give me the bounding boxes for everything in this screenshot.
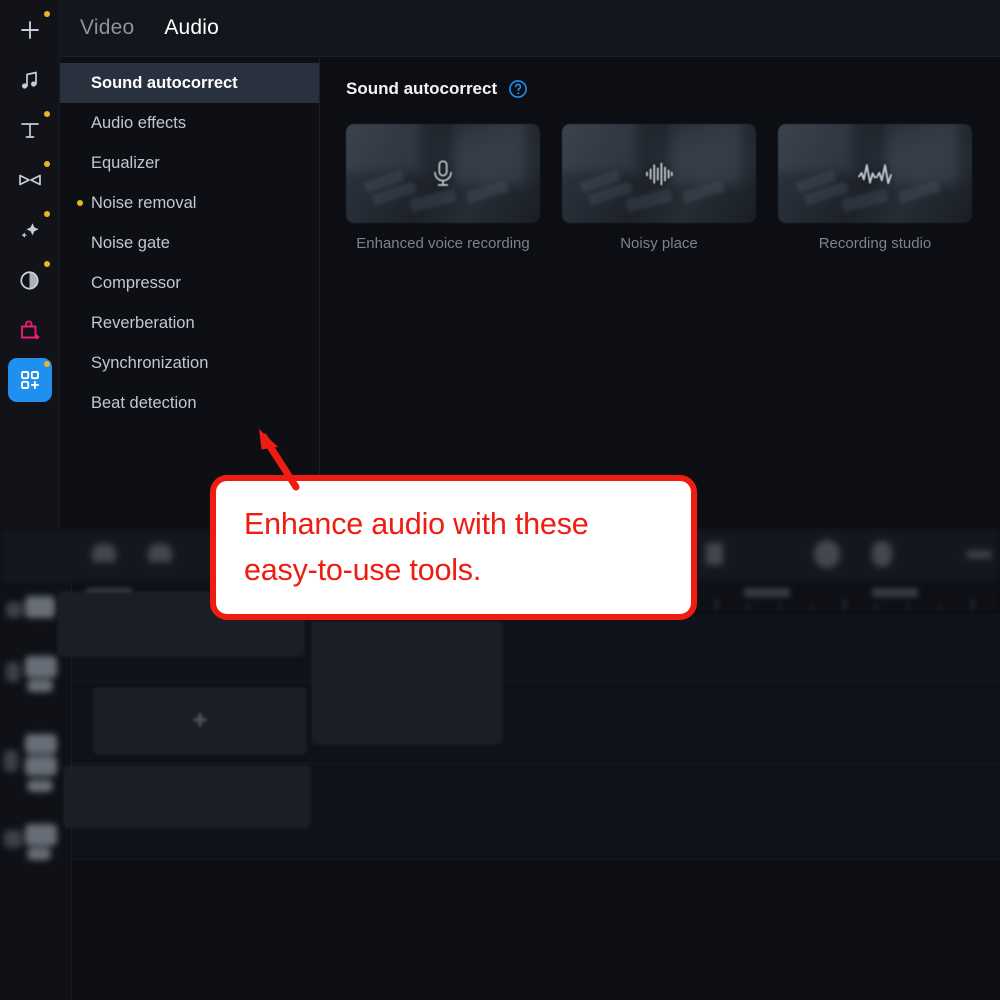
category-item-reverberation[interactable]: Reverberation: [60, 303, 319, 343]
add-clip-icon[interactable]: ✛: [193, 711, 207, 731]
microphone-icon[interactable]: [872, 541, 892, 567]
titles-button[interactable]: [8, 108, 52, 152]
preset-thumbnail: [346, 124, 540, 223]
category-item-noise-gate[interactable]: Noise gate: [60, 223, 319, 263]
timeline-track-lane[interactable]: [58, 592, 1000, 682]
category-item-beat-detection[interactable]: Beat detection: [60, 383, 319, 423]
preset-thumbnail: [562, 124, 756, 223]
panel-body: Sound autocorrect Audio effects Equalize…: [60, 57, 1000, 528]
category-item-noise-removal[interactable]: Noise removal: [60, 183, 319, 223]
category-item-audio-effects[interactable]: Audio effects: [60, 103, 319, 143]
equalizer-bars-icon: [646, 162, 673, 185]
category-label: Beat detection: [91, 393, 197, 412]
new-badge-dot: [43, 261, 50, 267]
content-header: Sound autocorrect: [346, 79, 974, 99]
microphone-icon: [434, 159, 452, 186]
panel-tabs: Video Audio: [60, 0, 1000, 57]
waveform-icon: [858, 163, 892, 184]
timecode-label: [872, 588, 918, 597]
new-badge-dot: [43, 161, 50, 167]
track-header[interactable]: [0, 730, 72, 816]
timeline-clip[interactable]: ✛: [94, 688, 306, 754]
new-badge-dot: [43, 211, 50, 217]
category-item-compressor[interactable]: Compressor: [60, 263, 319, 303]
track-header[interactable]: [0, 650, 72, 728]
record-voice-icon[interactable]: [814, 540, 840, 568]
content-title: Sound autocorrect: [346, 79, 498, 98]
editor-window: Video Audio Sound autocorrect Audio effe…: [0, 0, 1000, 1000]
callout-text: Enhance audio with these easy-to-use too…: [244, 507, 589, 587]
more-tools-button[interactable]: [7, 358, 52, 402]
callout-arrow-icon: [259, 429, 300, 491]
filters-button[interactable]: [8, 208, 52, 252]
tool-rail: [0, 0, 60, 528]
category-label: Noise gate: [91, 233, 170, 252]
transitions-button[interactable]: [8, 158, 52, 202]
category-item-sound-autocorrect[interactable]: Sound autocorrect: [60, 63, 319, 103]
add-media-button[interactable]: [8, 8, 52, 52]
undo-icon[interactable]: [92, 544, 116, 562]
timeline-clip[interactable]: [64, 766, 310, 828]
preset-card-noisy-place[interactable]: Noisy place: [562, 124, 756, 254]
timecode-label: [744, 588, 790, 597]
callout-box: Enhance audio with these easy-to-use too…: [210, 475, 697, 620]
color-adjust-button[interactable]: [8, 258, 52, 302]
preset-card-enhanced-voice-recording[interactable]: Enhanced voice recording: [346, 124, 540, 254]
marker-icon[interactable]: [706, 543, 723, 565]
timeline-track-lane[interactable]: [72, 860, 1000, 1000]
timeline-track-lane[interactable]: [64, 764, 1000, 860]
preset-card-list: Enhanced voice recording Noisy place Rec…: [346, 124, 974, 254]
category-label: Compressor: [91, 273, 181, 292]
new-badge-dot: [43, 11, 50, 17]
category-item-synchronization[interactable]: Synchronization: [60, 343, 319, 383]
content-pane: Sound autocorrect Enhanced voice recordi…: [320, 57, 1000, 528]
category-label: Synchronization: [91, 353, 209, 372]
top-panel-area: Video Audio Sound autocorrect Audio effe…: [0, 0, 1000, 528]
category-label: Equalizer: [91, 153, 160, 172]
new-badge-dot: [43, 361, 50, 367]
timeline-track-lane[interactable]: ✛: [72, 622, 1000, 764]
new-badge-dot: [77, 200, 83, 206]
tab-video[interactable]: Video: [78, 14, 136, 42]
preset-label: Noisy place: [620, 235, 698, 252]
audio-library-button[interactable]: [8, 58, 52, 102]
redo-icon[interactable]: [148, 544, 172, 562]
category-label: Noise removal: [91, 193, 197, 212]
zoom-slider[interactable]: [966, 551, 992, 558]
effects-panel: Video Audio Sound autocorrect Audio effe…: [60, 0, 1000, 528]
tab-audio[interactable]: Audio: [162, 14, 221, 42]
preset-card-recording-studio[interactable]: Recording studio: [778, 124, 972, 254]
category-label: Reverberation: [91, 313, 195, 332]
preset-label: Recording studio: [818, 235, 932, 252]
category-label: Audio effects: [91, 113, 187, 132]
category-label: Sound autocorrect: [91, 73, 238, 92]
category-item-equalizer[interactable]: Equalizer: [60, 143, 319, 183]
track-header[interactable]: [0, 818, 72, 892]
timeline-clip[interactable]: [312, 622, 502, 744]
new-badge-dot: [43, 111, 50, 117]
preset-thumbnail: [778, 124, 972, 223]
store-button[interactable]: [8, 308, 52, 352]
question-circle-icon[interactable]: [508, 79, 528, 99]
preset-label: Enhanced voice recording: [356, 235, 530, 252]
